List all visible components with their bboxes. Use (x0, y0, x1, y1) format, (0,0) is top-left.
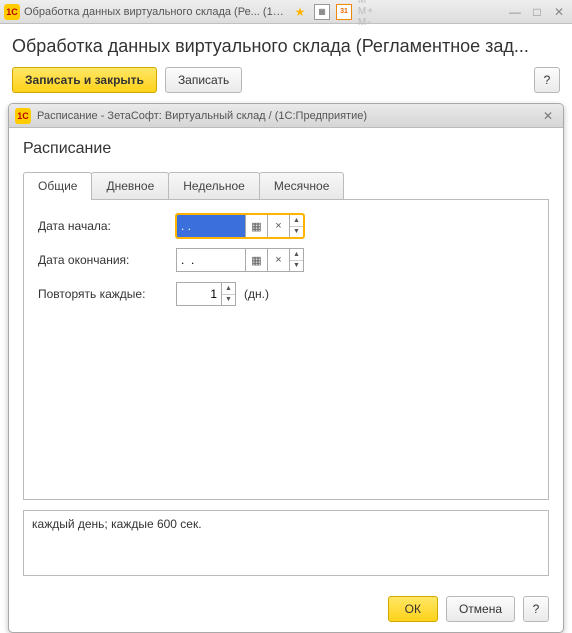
label-repeat: Повторять каждые: (38, 287, 168, 301)
dialog-titlebar: 1C Расписание - ЗетаСофт: Виртуальный ск… (9, 104, 563, 128)
tab-pane-common: Дата начала: ▦ × ▲ ▼ Дата окончания: ▦ × (23, 200, 549, 500)
dialog-title: Расписание - ЗетаСофт: Виртуальный склад… (37, 110, 533, 122)
schedule-summary: каждый день; каждые 600 сек. (23, 510, 549, 576)
tab-common[interactable]: Общие (23, 172, 92, 199)
start-date-spin-down[interactable]: ▼ (290, 227, 303, 238)
schedule-dialog: 1C Расписание - ЗетаСофт: Виртуальный ск… (8, 103, 564, 633)
save-and-close-button[interactable]: Записать и закрыть (12, 67, 157, 93)
end-date-clear-icon[interactable]: × (268, 248, 290, 272)
start-date-clear-icon[interactable]: × (268, 214, 290, 238)
start-date-spinner: ▲ ▼ (290, 214, 304, 238)
ok-button[interactable]: ОК (388, 596, 438, 622)
label-start-date: Дата начала: (38, 219, 168, 233)
end-date-spinner: ▲ ▼ (290, 248, 304, 272)
row-repeat: Повторять каждые: ▲ ▼ (дн.) (38, 282, 534, 306)
maximize-button[interactable]: □ (528, 4, 546, 20)
dialog-close-button[interactable]: ✕ (539, 107, 557, 125)
repeat-spin-down[interactable]: ▼ (222, 295, 235, 306)
start-date-group: ▦ × ▲ ▼ (176, 214, 304, 238)
dialog-footer: ОК Отмена ? (9, 586, 563, 632)
repeat-unit: (дн.) (244, 287, 269, 301)
end-date-spin-down[interactable]: ▼ (290, 261, 303, 272)
dialog-app-icon: 1C (15, 108, 31, 124)
page-title: Обработка данных виртуального склада (Ре… (0, 24, 572, 67)
start-date-input[interactable] (176, 214, 246, 238)
calculator-icon[interactable]: ▦ (314, 4, 330, 20)
row-end-date: Дата окончания: ▦ × ▲ ▼ (38, 248, 534, 272)
memory-indicator: М М+ М- (358, 4, 374, 20)
main-toolbar: Записать и закрыть Записать ? (0, 67, 572, 103)
minimize-button[interactable]: — (506, 4, 524, 20)
start-date-spin-up[interactable]: ▲ (290, 215, 303, 227)
favorite-icon[interactable]: ★ (292, 4, 308, 20)
close-button[interactable]: ✕ (550, 4, 568, 20)
end-date-input[interactable] (176, 248, 246, 272)
end-date-group: ▦ × ▲ ▼ (176, 248, 304, 272)
cancel-button[interactable]: Отмена (446, 596, 515, 622)
end-date-calendar-icon[interactable]: ▦ (246, 248, 268, 272)
save-button[interactable]: Записать (165, 67, 242, 93)
repeat-spinner: ▲ ▼ (222, 282, 236, 306)
label-end-date: Дата окончания: (38, 253, 168, 267)
repeat-input[interactable] (176, 282, 222, 306)
end-date-spin-up[interactable]: ▲ (290, 249, 303, 261)
dialog-help-button[interactable]: ? (523, 596, 549, 622)
main-title: Обработка данных виртуального склада (Ре… (24, 6, 284, 18)
start-date-calendar-icon[interactable]: ▦ (246, 214, 268, 238)
dialog-heading: Расписание (23, 140, 549, 158)
titlebar-icons: ★ ▦ 31 М М+ М- (292, 4, 374, 20)
app-icon: 1C (4, 4, 20, 20)
calendar-icon[interactable]: 31 (336, 4, 352, 20)
repeat-spin-up[interactable]: ▲ (222, 283, 235, 295)
row-start-date: Дата начала: ▦ × ▲ ▼ (38, 214, 534, 238)
tab-strip: Общие Дневное Недельное Месячное (23, 172, 549, 200)
help-button[interactable]: ? (534, 67, 560, 93)
main-titlebar: 1C Обработка данных виртуального склада … (0, 0, 572, 24)
tab-daily[interactable]: Дневное (91, 172, 169, 199)
tab-weekly[interactable]: Недельное (168, 172, 260, 199)
tab-monthly[interactable]: Месячное (259, 172, 345, 199)
